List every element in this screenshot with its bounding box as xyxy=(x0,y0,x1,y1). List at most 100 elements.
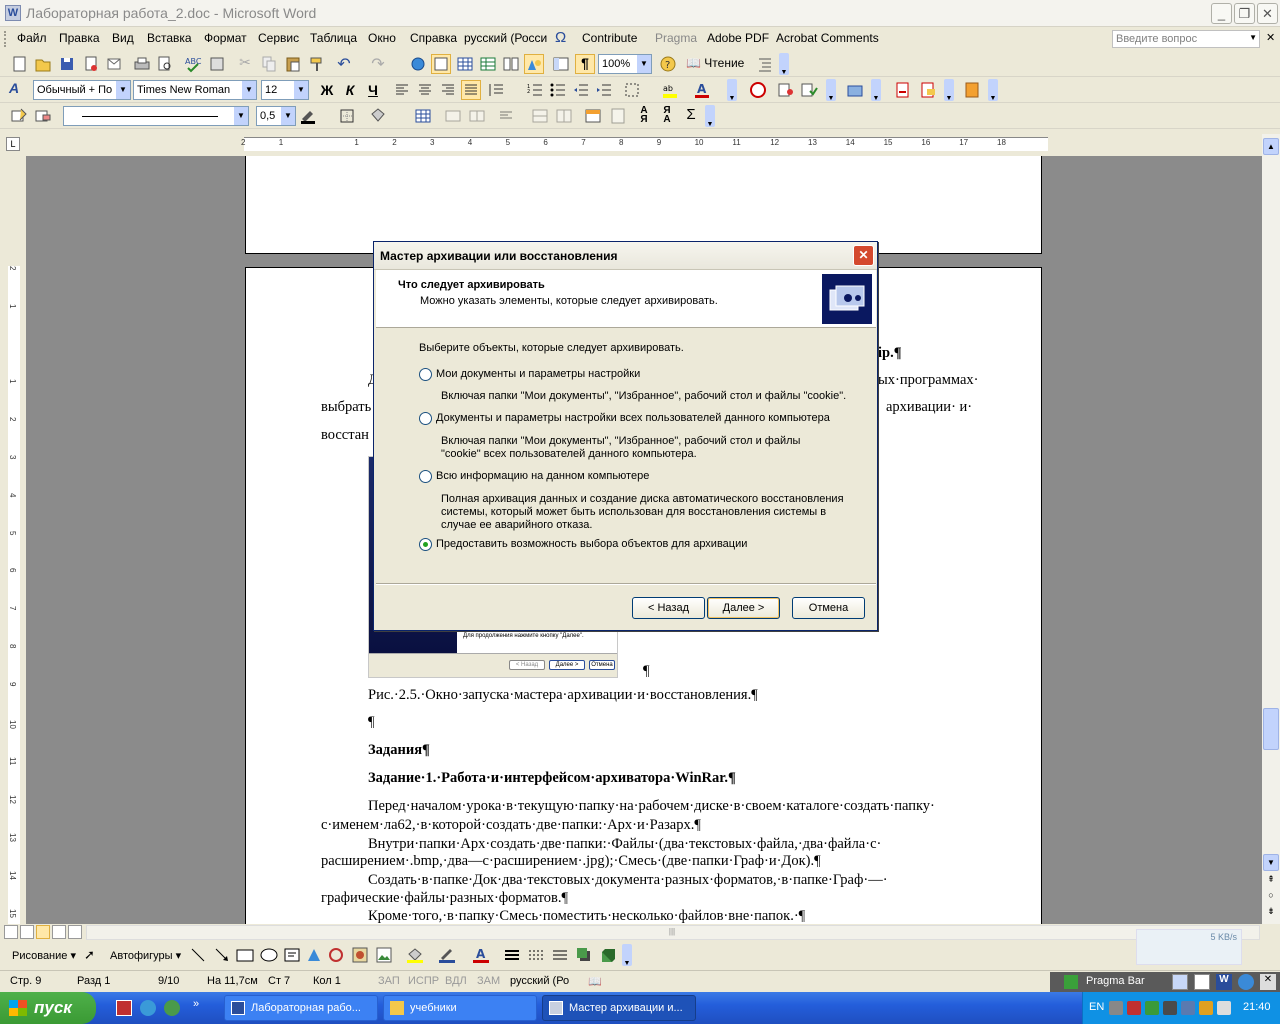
numbering-icon[interactable]: 12 xyxy=(525,80,545,100)
chevron-down-icon[interactable]: ▼ xyxy=(637,55,651,73)
copy-icon[interactable] xyxy=(259,54,279,74)
option-2-label[interactable]: Документы и параметры настройки всех пол… xyxy=(436,412,830,424)
eraser-icon[interactable] xyxy=(33,106,53,126)
distribute-columns-icon[interactable] xyxy=(554,106,574,126)
text-color-icon[interactable]: A xyxy=(472,946,490,964)
decrease-indent-icon[interactable] xyxy=(571,80,591,100)
dash-style-icon[interactable] xyxy=(528,947,544,963)
chevron-down-icon[interactable]: ▼ xyxy=(294,81,308,99)
format-painter-icon[interactable] xyxy=(307,54,327,74)
show-formatting-icon[interactable]: ¶ xyxy=(575,54,595,74)
next-button[interactable]: Далее > xyxy=(707,597,780,619)
menu-acrobat-comments[interactable]: Acrobat Comments xyxy=(776,31,879,45)
tray-icon[interactable] xyxy=(1127,1001,1141,1015)
clipart-icon[interactable] xyxy=(352,947,368,963)
spelling-icon[interactable]: ABC xyxy=(183,54,203,74)
bullets-icon[interactable] xyxy=(548,80,568,100)
scroll-thumb[interactable] xyxy=(1263,708,1279,750)
quicklaunch-media-icon[interactable] xyxy=(164,1000,180,1016)
previous-page-icon[interactable]: ⇞ xyxy=(1263,874,1279,888)
style-select[interactable]: Обычный + По ц ▼ xyxy=(33,80,131,100)
print-layout-icon[interactable] xyxy=(36,925,50,939)
oval-icon[interactable] xyxy=(260,947,278,963)
option-3-radio[interactable] xyxy=(419,470,432,483)
toolbar-options-icon[interactable]: ▼ xyxy=(705,105,715,128)
track-changes-icon[interactable] xyxy=(776,80,796,100)
distribute-rows-icon[interactable] xyxy=(530,106,550,126)
menu-contribute[interactable]: Contribute xyxy=(582,31,637,45)
line-weight-select[interactable]: 0,5 ▼ xyxy=(256,106,296,126)
toolbar-options-icon[interactable]: ▼ xyxy=(988,79,998,102)
align-center-icon[interactable] xyxy=(415,80,435,100)
menu-table[interactable]: Таблица xyxy=(310,31,357,45)
shading-icon[interactable] xyxy=(368,106,388,126)
horizontal-ruler[interactable]: L 2 1 1 2 3 4 5 6 7 8 9 10 11 12 13 14 15 16 17 18 xyxy=(6,134,1262,156)
spelling-status-icon[interactable]: 📖 xyxy=(588,975,602,988)
minimize-button[interactable]: _ xyxy=(1211,3,1232,24)
new-document-icon[interactable] xyxy=(9,54,29,74)
next-page-icon[interactable]: ⇟ xyxy=(1263,906,1279,920)
toolbar-options-icon[interactable]: ▼ xyxy=(622,944,632,967)
font-color-icon[interactable]: A xyxy=(692,80,712,100)
scroll-down-button[interactable]: ▼ xyxy=(1263,854,1279,871)
merge-cells-icon[interactable] xyxy=(443,106,463,126)
email-icon[interactable] xyxy=(104,54,124,74)
scroll-up-button[interactable]: ▲ xyxy=(1263,138,1279,155)
borders-icon[interactable] xyxy=(622,80,642,100)
back-button[interactable]: < Назад xyxy=(632,597,705,619)
menu-file[interactable]: Файл xyxy=(17,31,47,45)
print-preview-icon[interactable] xyxy=(155,54,175,74)
help-search-input[interactable]: Введите вопрос ▼ xyxy=(1112,30,1260,48)
cut-icon[interactable]: ✂ xyxy=(235,54,255,74)
dialog-title-bar[interactable]: Мастер архивации или восстановления ✕ xyxy=(374,242,877,270)
word-icon[interactable]: W xyxy=(1216,974,1232,990)
draw-menu[interactable]: Рисование ▾ xyxy=(12,949,76,962)
arrow-style-icon[interactable] xyxy=(552,947,568,963)
wordart-icon[interactable] xyxy=(306,947,322,963)
help-icon[interactable]: ? xyxy=(658,54,678,74)
dialog-close-button[interactable]: ✕ xyxy=(853,245,874,266)
size-select[interactable]: 12 ▼ xyxy=(261,80,309,100)
outline-icon[interactable] xyxy=(755,54,775,74)
quicklaunch-ie-icon[interactable] xyxy=(140,1000,156,1016)
task-word[interactable]: Лабораторная рабо... xyxy=(224,995,378,1021)
notes-icon[interactable] xyxy=(962,80,982,100)
status-rec[interactable]: ЗАП xyxy=(378,975,400,987)
undo-icon[interactable]: ↶ xyxy=(334,54,354,74)
pragma-bar[interactable]: Pragma Bar W ✕ xyxy=(1050,972,1280,992)
tab-selector[interactable]: L xyxy=(6,137,20,151)
doc-close-icon[interactable]: ✕ xyxy=(1266,31,1275,44)
menu-insert[interactable]: Вставка xyxy=(147,31,192,45)
outline-view-icon[interactable] xyxy=(52,925,66,939)
align-left-icon[interactable] xyxy=(392,80,412,100)
underline-button[interactable]: Ч xyxy=(363,80,383,100)
diagram-icon[interactable] xyxy=(328,947,344,963)
tables-borders-icon[interactable] xyxy=(431,54,451,74)
toolbar-options-icon[interactable]: ▼ xyxy=(871,79,881,102)
reviewing-icon[interactable] xyxy=(845,80,865,100)
tray-icon[interactable] xyxy=(1199,1001,1213,1015)
select-browse-object-icon[interactable]: ○ xyxy=(1263,890,1279,904)
option-1-radio[interactable] xyxy=(419,368,432,381)
rectangle-icon[interactable] xyxy=(236,947,254,963)
shadow-icon[interactable] xyxy=(576,947,592,963)
research-icon[interactable] xyxy=(207,54,227,74)
reading-view-icon[interactable] xyxy=(68,925,82,939)
tray-icon[interactable] xyxy=(1181,1001,1195,1015)
option-1-label[interactable]: Мои документы и параметры настройки xyxy=(436,368,640,380)
insert-table-icon[interactable] xyxy=(455,54,475,74)
insert-excel-icon[interactable] xyxy=(478,54,498,74)
menu-pragma[interactable]: Pragma xyxy=(655,31,697,45)
textbox-icon[interactable] xyxy=(284,947,300,963)
split-cells-icon[interactable] xyxy=(467,106,487,126)
pragma-close-icon[interactable]: ✕ xyxy=(1260,974,1276,990)
word-app-icon[interactable]: W xyxy=(5,5,21,21)
menu-format[interactable]: Формат xyxy=(204,31,247,45)
align-cell-icon[interactable] xyxy=(496,106,516,126)
line-color-icon[interactable] xyxy=(438,946,456,964)
menu-window[interactable]: Окно xyxy=(368,31,396,45)
hscroll-thumb[interactable]: ||| xyxy=(657,927,687,938)
draw-table-icon[interactable] xyxy=(9,106,29,126)
chevron-down-icon[interactable]: ▼ xyxy=(242,81,256,99)
toolbar-options-icon[interactable]: ▼ xyxy=(727,79,737,102)
